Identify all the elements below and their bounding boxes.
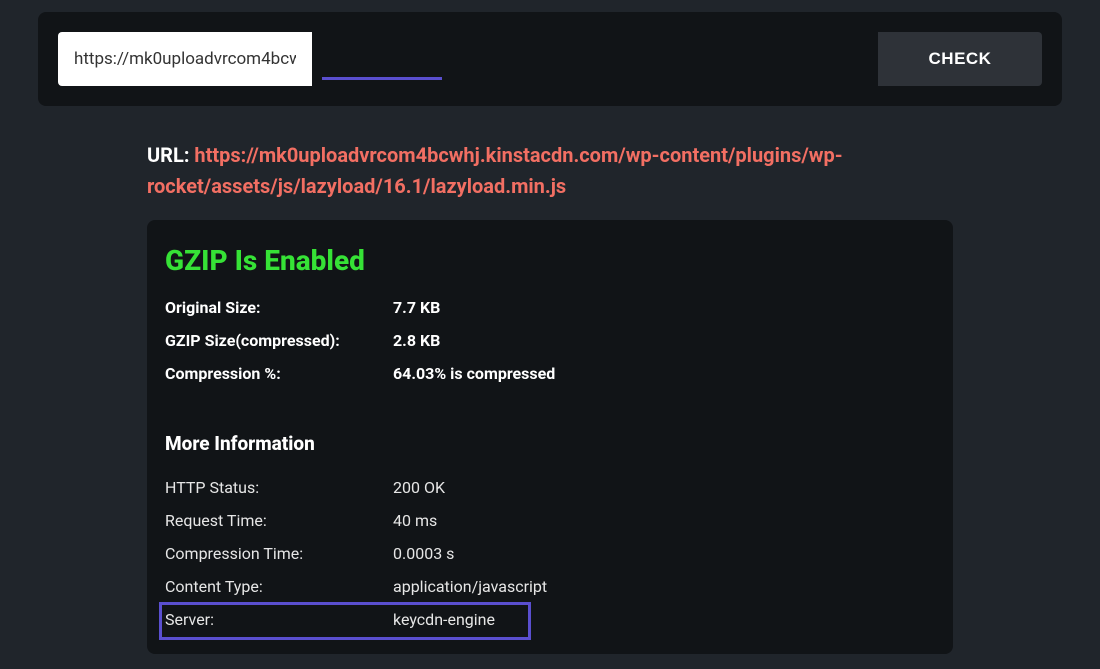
page-root: CHECK URL: https://mk0uploadvrcom4bcwhj.… [0, 0, 1100, 654]
detail-row-http-status: HTTP Status: 200 OK [165, 471, 935, 504]
result-url-value: https://mk0uploadvrcom4bcwhj.kinstacdn.c… [147, 143, 843, 198]
summary-value: 2.8 KB [393, 331, 440, 350]
summary-row-compression-pct: Compression %: 64.03% is compressed [165, 357, 935, 390]
detail-label: Request Time: [165, 511, 393, 530]
summary-label: GZIP Size(compressed): [165, 331, 393, 350]
check-button[interactable]: CHECK [878, 32, 1042, 86]
detail-row-request-time: Request Time: 40 ms [165, 504, 935, 537]
more-info-heading: More Information [165, 432, 935, 455]
detail-label: HTTP Status: [165, 478, 393, 497]
detail-label: Server: [165, 610, 393, 629]
detail-row-server: Server: keycdn-engine [165, 603, 935, 636]
detail-value: application/javascript [393, 577, 547, 596]
input-underline-annotation [322, 77, 442, 80]
summary-row-original-size: Original Size: 7.7 KB [165, 291, 935, 324]
summary-label: Compression %: [165, 364, 393, 383]
detail-value: 200 OK [393, 478, 445, 497]
detail-value: keycdn-engine [393, 610, 495, 629]
detail-row-content-type: Content Type: application/javascript [165, 570, 935, 603]
summary-row-gzip-size: GZIP Size(compressed): 2.8 KB [165, 324, 935, 357]
search-bar: CHECK [38, 12, 1062, 106]
detail-value: 40 ms [393, 511, 437, 530]
summary-value: 64.03% is compressed [393, 364, 555, 383]
url-input[interactable] [58, 32, 312, 86]
detail-label: Content Type: [165, 577, 393, 596]
result-area: URL: https://mk0uploadvrcom4bcwhj.kinsta… [147, 140, 953, 654]
gzip-status-heading: GZIP Is Enabled [165, 244, 935, 277]
summary-label: Original Size: [165, 298, 393, 317]
result-url-line: URL: https://mk0uploadvrcom4bcwhj.kinsta… [147, 140, 953, 202]
result-card: GZIP Is Enabled Original Size: 7.7 KB GZ… [147, 220, 953, 654]
detail-value: 0.0003 s [393, 544, 454, 563]
detail-row-compression-time: Compression Time: 0.0003 s [165, 537, 935, 570]
detail-label: Compression Time: [165, 544, 393, 563]
summary-value: 7.7 KB [393, 298, 440, 317]
result-url-prefix: URL: [147, 143, 194, 167]
url-input-wrap [58, 32, 878, 86]
